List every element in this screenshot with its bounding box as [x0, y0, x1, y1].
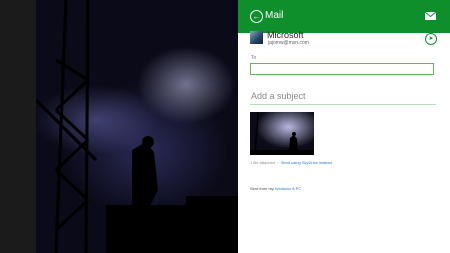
- to-label: To: [251, 55, 257, 61]
- subject-divider: [250, 104, 436, 105]
- account-email: jajomw@msn.com: [268, 40, 309, 46]
- send-icon[interactable]: ➤: [425, 33, 437, 45]
- to-field[interactable]: [250, 63, 434, 75]
- app-title: Mail: [265, 10, 284, 21]
- attachment-image: [250, 112, 314, 155]
- envelope-icon[interactable]: [425, 12, 436, 20]
- attachment-info: 1 file attached · Send using SkyDrive in…: [250, 160, 332, 165]
- avatar: [250, 31, 263, 44]
- attachment-count: 1 file attached: [250, 160, 275, 165]
- subject-field[interactable]: Add a subject: [251, 91, 306, 101]
- attachment-thumbnail[interactable]: [250, 112, 314, 155]
- signature-link[interactable]: Windows 8 PC: [275, 186, 301, 191]
- skydrive-link[interactable]: Send using SkyDrive instead: [281, 160, 332, 165]
- account-name: Microsoft: [267, 30, 304, 40]
- mail-compose-pane: ← Mail Microsoft jajomw@msn.com ➤ To Add…: [238, 0, 450, 253]
- back-arrow-icon[interactable]: ←: [250, 10, 263, 23]
- left-app-strip: [0, 0, 36, 253]
- signature-prefix: Sent from my: [250, 186, 274, 191]
- concert-silhouette: [36, 0, 238, 253]
- background-photo: [36, 0, 238, 253]
- mail-header: ← Mail: [238, 0, 450, 33]
- signature: Sent from my Windows 8 PC: [250, 186, 301, 191]
